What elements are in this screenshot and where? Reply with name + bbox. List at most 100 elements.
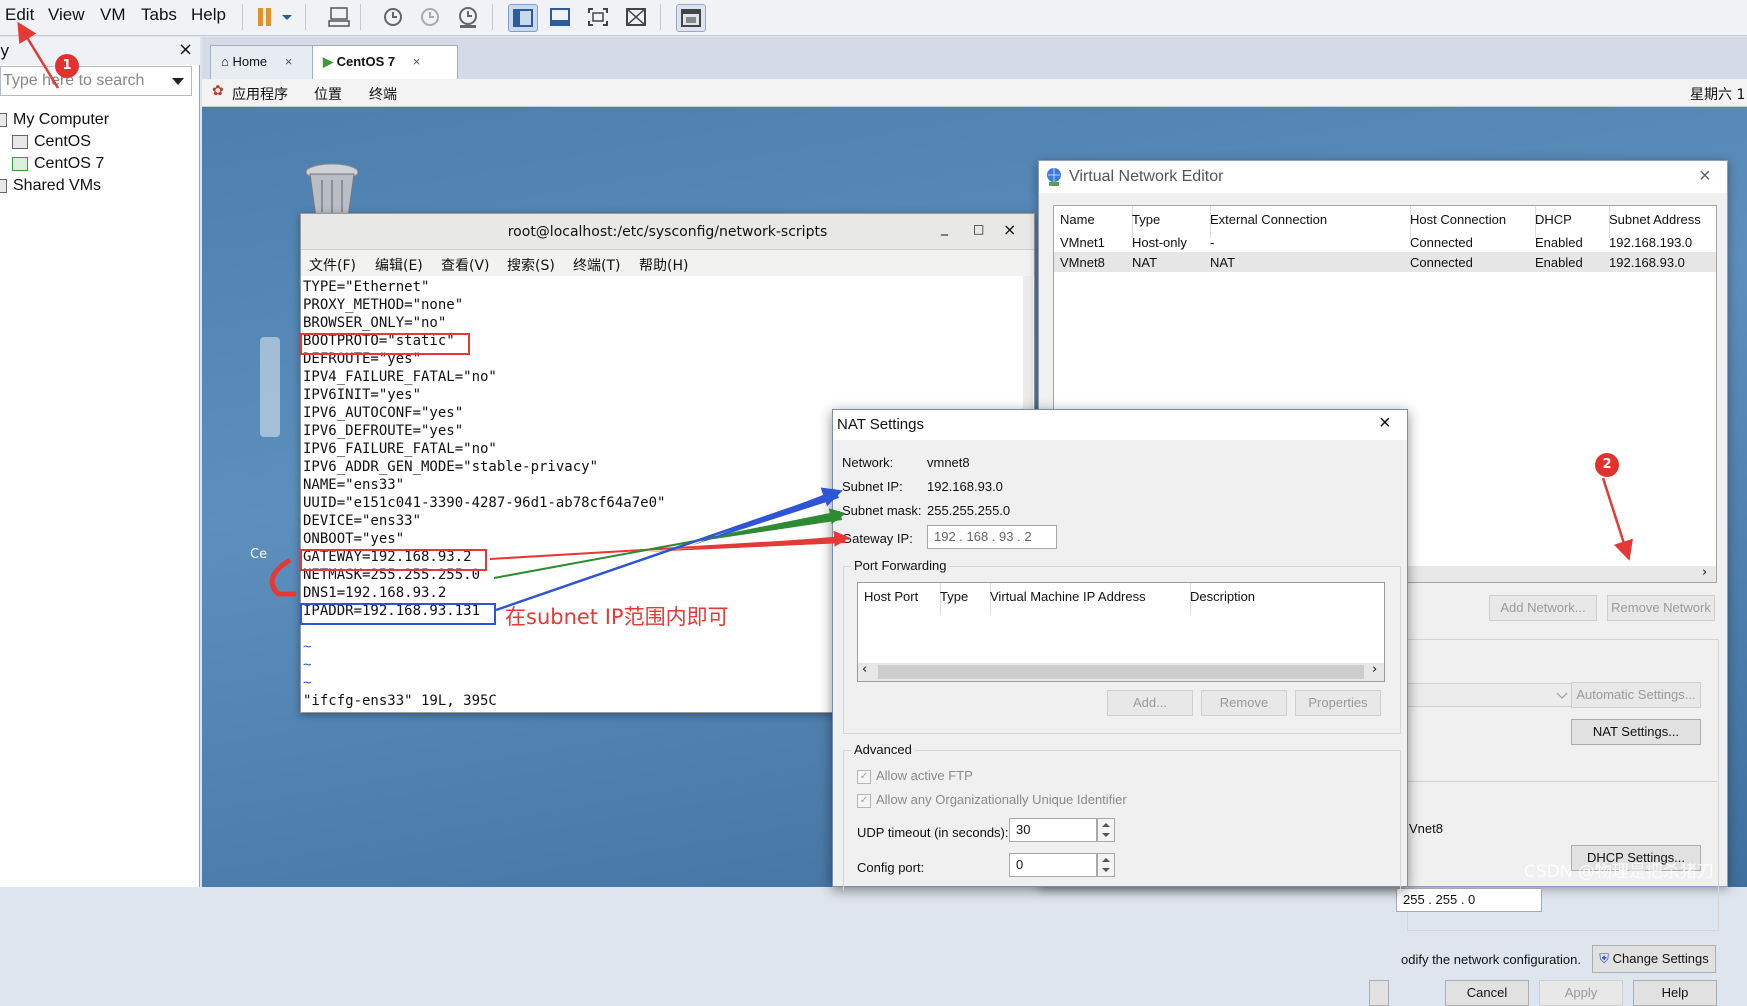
automatic-settings-button[interactable]: Automatic Settings... — [1571, 682, 1701, 708]
close-button[interactable]: × — [1379, 412, 1391, 435]
divider — [1407, 781, 1717, 782]
menu-vm[interactable]: VM — [100, 5, 126, 25]
subnet-mask-input[interactable]: 255 . 255 . 0 — [1396, 888, 1542, 912]
pause-icon[interactable] — [250, 4, 278, 30]
subnet-mask-label: Subnet mask: — [842, 503, 922, 518]
toolbar-separator — [492, 4, 493, 30]
udp-timeout-input[interactable]: 30 — [1009, 818, 1097, 842]
col-header-type[interactable]: Type — [934, 583, 991, 615]
menu-applications[interactable]: 应用程序 — [232, 84, 288, 104]
highlight-gateway — [300, 549, 487, 571]
snapshot-manager-icon[interactable] — [454, 4, 482, 30]
terminal-line: IPV6_ADDR_GEN_MODE="stable-privacy" — [303, 459, 599, 475]
config-port-spinner[interactable] — [1097, 853, 1115, 877]
terminal-line: BROWSER_ONLY="no" — [303, 315, 447, 331]
tree-item-my-computer[interactable]: My Computer — [0, 111, 109, 129]
computer-icon — [0, 112, 7, 127]
bridged-adapter-select[interactable] — [1407, 683, 1573, 707]
config-port-label: Config port: — [857, 860, 925, 875]
gateway-ip-input[interactable]: 192 . 168 . 93 . 2 — [927, 525, 1057, 549]
menu-terminal[interactable]: 终端 — [369, 84, 397, 104]
vm-icon — [12, 134, 28, 149]
chevron-down-icon[interactable] — [171, 77, 185, 87]
close-button[interactable]: × — [1699, 165, 1711, 188]
terminal-line: ~ — [303, 657, 312, 673]
library-title: y — [0, 41, 10, 60]
close-icon[interactable]: × — [413, 54, 421, 69]
revert-snapshot-icon[interactable] — [416, 4, 444, 30]
snapshot-icon[interactable] — [378, 4, 406, 30]
properties-button[interactable]: Properties — [1295, 690, 1381, 716]
table-row[interactable]: VMnet1 Host-only - Connected Enabled 192… — [1054, 232, 1716, 252]
col-header-vm-ip[interactable]: Virtual Machine IP Address — [984, 583, 1191, 615]
add-port-button[interactable]: Add... — [1107, 690, 1193, 716]
close-icon[interactable]: × — [178, 39, 193, 60]
terminal-menu-search[interactable]: 搜索(S) — [507, 255, 555, 275]
library-search-input[interactable]: Type here to search — [0, 66, 192, 96]
nat-settings-button[interactable]: NAT Settings... — [1571, 719, 1701, 745]
chevron-right-icon[interactable]: › — [1702, 565, 1707, 580]
cancel-button[interactable]: Cancel — [1445, 980, 1529, 1006]
maximize-button[interactable]: □ — [973, 222, 984, 236]
config-port-input[interactable]: 0 — [1009, 853, 1097, 877]
chevron-down-icon[interactable] — [278, 4, 296, 30]
menu-help[interactable]: Help — [191, 5, 226, 25]
desktop-icon-partial — [260, 337, 280, 437]
udp-timeout-spinner[interactable] — [1097, 818, 1115, 842]
allow-oui-checkbox[interactable]: ✓ Allow any Organizationally Unique Ident… — [857, 792, 1127, 808]
menu-view[interactable]: View — [48, 5, 85, 25]
allow-active-ftp-checkbox[interactable]: ✓ Allow active FTP — [857, 768, 973, 784]
trash-icon[interactable] — [304, 162, 360, 220]
fullscreen-icon[interactable] — [584, 4, 612, 30]
tree-item-shared-vms[interactable]: Shared VMs — [0, 177, 101, 195]
step-badge-2: 2 — [1595, 453, 1619, 477]
close-icon[interactable]: × — [285, 54, 293, 69]
tab-strip: ⌂ Home × ▶ CentOS 7 × — [202, 37, 1747, 96]
terminal-line: IPV6_DEFROUTE="yes" — [303, 423, 464, 439]
send-keys-icon[interactable] — [325, 4, 353, 30]
help-button[interactable]: Help — [1633, 980, 1717, 1006]
thumbnail-view-icon[interactable] — [546, 4, 574, 30]
remove-network-button[interactable]: Remove Network — [1607, 595, 1715, 621]
col-header-description[interactable]: Description — [1184, 583, 1390, 615]
close-button[interactable]: × — [1003, 220, 1016, 239]
menu-edit[interactable]: Edit — [5, 5, 34, 25]
highlight-bootproto — [300, 333, 470, 355]
chevron-right-icon[interactable]: › — [1372, 662, 1377, 677]
terminal-menu-view[interactable]: 查看(V) — [441, 255, 490, 275]
menu-tabs[interactable]: Tabs — [141, 5, 177, 25]
unity-icon[interactable] — [622, 4, 650, 30]
watermark: CSDN @物理是把杀猪刀 — [1524, 862, 1714, 882]
ok-button-partial[interactable] — [1369, 980, 1389, 1006]
add-network-button[interactable]: Add Network... — [1489, 595, 1597, 621]
terminal-menu-terminal[interactable]: 终端(T) — [573, 255, 620, 275]
terminal-line: IPV6_FAILURE_FATAL="no" — [303, 441, 497, 457]
col-header-host-port[interactable]: Host Port — [858, 583, 941, 615]
library-view-icon[interactable] — [508, 4, 538, 32]
terminal-menu-edit[interactable]: 编辑(E) — [375, 255, 423, 275]
minimize-button[interactable]: _ — [941, 220, 948, 236]
toolbar-separator — [360, 4, 361, 30]
library-header: y × — [0, 37, 200, 65]
advanced-label: Advanced — [851, 742, 915, 757]
menu-places[interactable]: 位置 — [314, 84, 342, 104]
toolbar-separator — [305, 4, 306, 30]
apply-button[interactable]: Apply — [1539, 980, 1623, 1006]
shield-icon: ⛨ — [1599, 951, 1609, 966]
table-row-selected[interactable]: VMnet8 NAT NAT Connected Enabled 192.168… — [1054, 252, 1716, 272]
subnet-ip-value: 192.168.93.0 — [927, 479, 1003, 494]
remove-port-button[interactable]: Remove — [1201, 690, 1287, 716]
terminal-menubar: 文件(F) 编辑(E) 查看(V) 搜索(S) 终端(T) 帮助(H) — [301, 250, 1034, 276]
change-settings-button[interactable]: ⛨ Change Settings — [1592, 945, 1716, 973]
nat-titlebar: NAT Settings × — [833, 410, 1407, 440]
horizontal-scrollbar[interactable]: ‹ › — [858, 662, 1384, 681]
terminal-menu-help[interactable]: 帮助(H) — [639, 255, 688, 275]
terminal-title: root@localhost:/etc/sysconfig/network-sc… — [507, 224, 828, 240]
tree-item-centos7[interactable]: CentOS 7 — [12, 155, 104, 173]
scrollbar-thumb[interactable] — [878, 665, 1364, 679]
annotation-note: 在subnet IP范围内即可 — [505, 605, 729, 629]
chevron-left-icon[interactable]: ‹ — [862, 662, 867, 677]
console-view-icon[interactable] — [676, 4, 706, 32]
tree-item-centos[interactable]: CentOS — [12, 133, 91, 151]
terminal-menu-file[interactable]: 文件(F) — [309, 255, 356, 275]
